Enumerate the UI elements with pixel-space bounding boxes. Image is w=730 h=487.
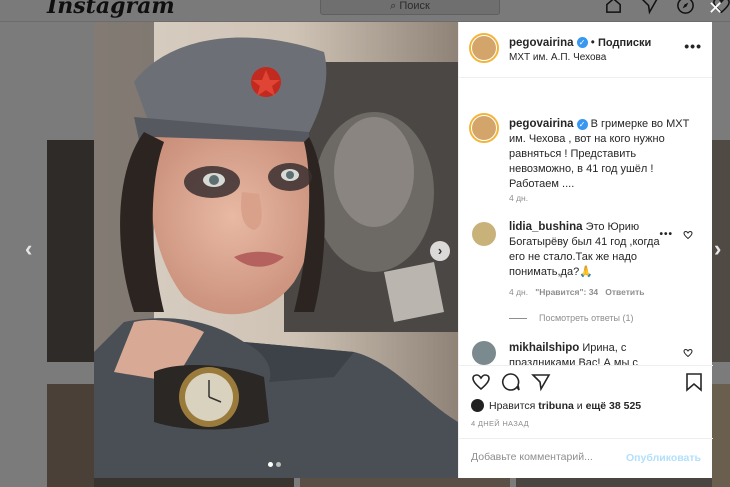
search-icon: ⌕ — [390, 0, 400, 12]
post-photo[interactable]: › — [94, 22, 458, 478]
replies-divider — [509, 318, 527, 320]
caption: pegovairina ✓ В гримерке во МХТ им. Чехов… — [509, 117, 699, 192]
verified-badge-icon: ✓ — [576, 37, 588, 49]
more-options-icon[interactable]: ••• — [684, 38, 702, 54]
likes-others[interactable]: ещё 38 525 — [586, 400, 642, 412]
avatar — [471, 399, 484, 412]
explore-icon[interactable] — [676, 0, 695, 15]
save-bookmark-icon[interactable] — [685, 372, 703, 392]
background-thumbnail — [94, 478, 294, 487]
background-thumbnail — [300, 478, 510, 487]
verified-badge-icon: ✓ — [576, 118, 588, 130]
likes-user[interactable]: tribuna — [538, 400, 574, 412]
share-direct-icon[interactable] — [531, 372, 551, 392]
carousel-next-icon[interactable]: › — [430, 241, 450, 261]
carousel-dot — [276, 462, 281, 467]
background-header: Instagram ⌕ Поиск — [0, 0, 730, 22]
search-input[interactable]: ⌕ Поиск — [320, 0, 500, 15]
comments-list[interactable]: pegovairina ✓ В гримерке во МХТ им. Чехов… — [459, 79, 713, 365]
post-sidebar: pegovairina ✓ • Подписки МХТ им. А.П. Чех… — [458, 22, 713, 478]
search-placeholder: Поиск — [399, 0, 430, 12]
comment-likes[interactable]: "Нравится": 34 — [535, 287, 598, 297]
like-heart-icon[interactable] — [471, 372, 491, 392]
post-time-ago[interactable]: 4 ДНЕЙ НАЗАД — [471, 419, 529, 428]
avatar[interactable] — [472, 341, 496, 365]
post-actions: Нравится tribuna и ещё 38 525 4 ДНЕЙ НАЗ… — [459, 365, 713, 478]
comment-time[interactable]: 4 дн. — [509, 287, 528, 297]
background-thumbnail — [712, 384, 730, 487]
view-replies-label: Посмотреть ответы (1) — [539, 313, 634, 323]
comment-like-heart-icon[interactable] — [683, 230, 693, 240]
background-thumbnail — [47, 384, 94, 487]
post-author-username[interactable]: pegovairina — [509, 37, 574, 49]
comment-bubble-icon[interactable] — [501, 372, 521, 392]
likes-summary[interactable]: Нравится tribuna и ещё 38 525 — [471, 399, 641, 412]
instagram-logo[interactable]: Instagram — [47, 0, 175, 19]
separator: • — [590, 37, 595, 49]
background-thumbnail — [47, 140, 94, 362]
post-photo-image — [94, 22, 458, 478]
comment: lidia_bushina Это Юрию Богатырёву был 41… — [509, 220, 669, 280]
comment-username[interactable]: mikhailshipo — [509, 342, 579, 354]
direct-icon[interactable] — [640, 0, 659, 15]
avatar[interactable] — [472, 116, 496, 140]
post-location[interactable]: МХТ им. А.П. Чехова — [509, 52, 606, 63]
caption-time[interactable]: 4 дн. — [509, 193, 528, 203]
comment-more-icon[interactable]: ••• — [659, 229, 673, 240]
comment: mikhailshipo Ирина, с праздниками Вас! А… — [509, 341, 669, 365]
comment-like-heart-icon[interactable] — [683, 348, 693, 358]
avatar[interactable] — [472, 36, 496, 60]
home-icon[interactable] — [604, 0, 623, 15]
following-button[interactable]: Подписки — [598, 37, 651, 49]
carousel-dot-active — [268, 462, 273, 467]
caption-username[interactable]: pegovairina — [509, 118, 574, 130]
add-comment-form: Опубликовать — [459, 438, 713, 479]
view-replies-button[interactable]: Посмотреть ответы (1) — [509, 313, 634, 323]
next-post-arrow-icon[interactable]: › — [714, 236, 721, 262]
add-comment-input[interactable] — [471, 451, 621, 463]
comment-username[interactable]: lidia_bushina — [509, 221, 583, 233]
comment-meta: 4 дн. "Нравится": 34 Ответить — [509, 287, 645, 297]
publish-button[interactable]: Опубликовать — [626, 452, 701, 464]
carousel-dots — [268, 462, 281, 467]
close-icon[interactable]: ✕ — [708, 0, 723, 19]
background-thumbnail — [516, 478, 712, 487]
post-modal: › pegovairina ✓ • Подписки МХТ им. А.П. Ч… — [94, 22, 713, 478]
likes-prefix: Нравится — [489, 399, 536, 412]
likes-middle: и — [576, 399, 583, 412]
avatar[interactable] — [472, 222, 496, 246]
reply-button[interactable]: Ответить — [605, 287, 644, 297]
previous-post-arrow-icon[interactable]: ‹ — [25, 236, 32, 262]
post-header: pegovairina ✓ • Подписки МХТ им. А.П. Чех… — [459, 22, 712, 78]
